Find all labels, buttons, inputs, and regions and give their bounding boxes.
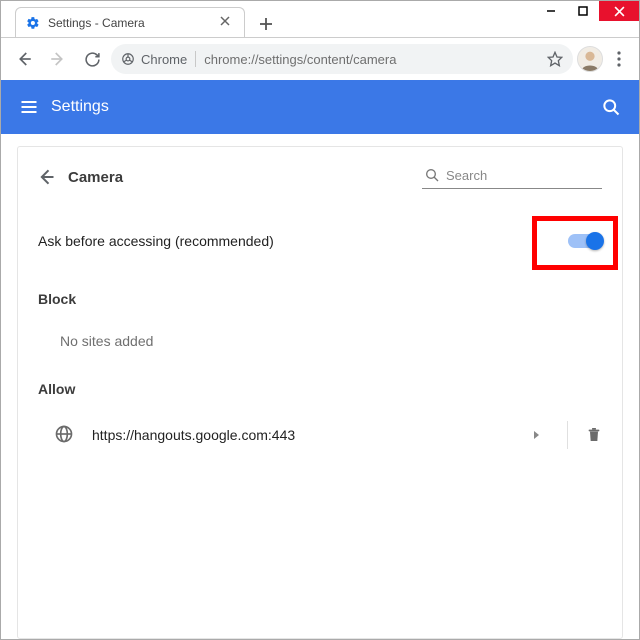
profile-avatar[interactable] [577,46,603,72]
chip-label: Chrome [141,52,187,67]
minimize-button[interactable] [535,1,567,21]
tab-title: Settings - Camera [48,16,220,30]
menu-dots-icon[interactable] [607,51,631,67]
header-search-button[interactable] [595,91,627,123]
allow-section-label: Allow [18,373,622,405]
reload-button[interactable] [77,44,107,74]
address-bar[interactable]: Chrome chrome://settings/content/camera [111,44,573,74]
allow-site-row[interactable]: https://hangouts.google.com:443 [18,405,622,465]
block-empty-text: No sites added [18,315,622,373]
block-section-label: Block [18,283,622,315]
close-tab-icon[interactable] [220,16,234,30]
search-placeholder: Search [446,168,487,183]
header-title: Settings [51,98,109,116]
divider [195,51,196,67]
chevron-right-icon[interactable] [531,430,549,440]
settings-header: Settings [1,80,639,134]
setting-label: Ask before accessing (recommended) [38,233,274,249]
chrome-icon [121,52,135,66]
site-url: https://hangouts.google.com:443 [92,427,295,443]
ask-toggle[interactable] [568,234,602,248]
application-window: Settings - Camera Chrome chrome://settin… [0,0,640,640]
close-window-button[interactable] [599,1,639,21]
url-text: chrome://settings/content/camera [204,52,396,67]
new-tab-button[interactable] [253,11,279,37]
menu-button[interactable] [13,91,45,123]
content-area: Camera Search Ask before accessing (reco… [1,134,639,639]
gear-icon [26,16,40,30]
divider [567,421,568,449]
settings-card: Camera Search Ask before accessing (reco… [17,146,623,639]
page-search-field[interactable]: Search [422,165,602,189]
maximize-button[interactable] [567,1,599,21]
card-header: Camera Search [18,147,622,199]
ask-before-accessing-row: Ask before accessing (recommended) [18,199,622,283]
back-button[interactable] [32,163,60,191]
browser-toolbar: Chrome chrome://settings/content/camera [1,38,639,80]
browser-tab[interactable]: Settings - Camera [15,7,245,37]
delete-site-button[interactable] [586,426,602,444]
nav-back-button[interactable] [9,44,39,74]
page-title: Camera [68,169,123,186]
window-controls [535,1,639,21]
toggle-knob [586,232,604,250]
bookmark-star-icon[interactable] [547,51,563,67]
globe-icon [54,424,76,446]
nav-forward-button[interactable] [43,44,73,74]
search-icon [424,167,440,183]
chrome-chip: Chrome [121,52,187,67]
